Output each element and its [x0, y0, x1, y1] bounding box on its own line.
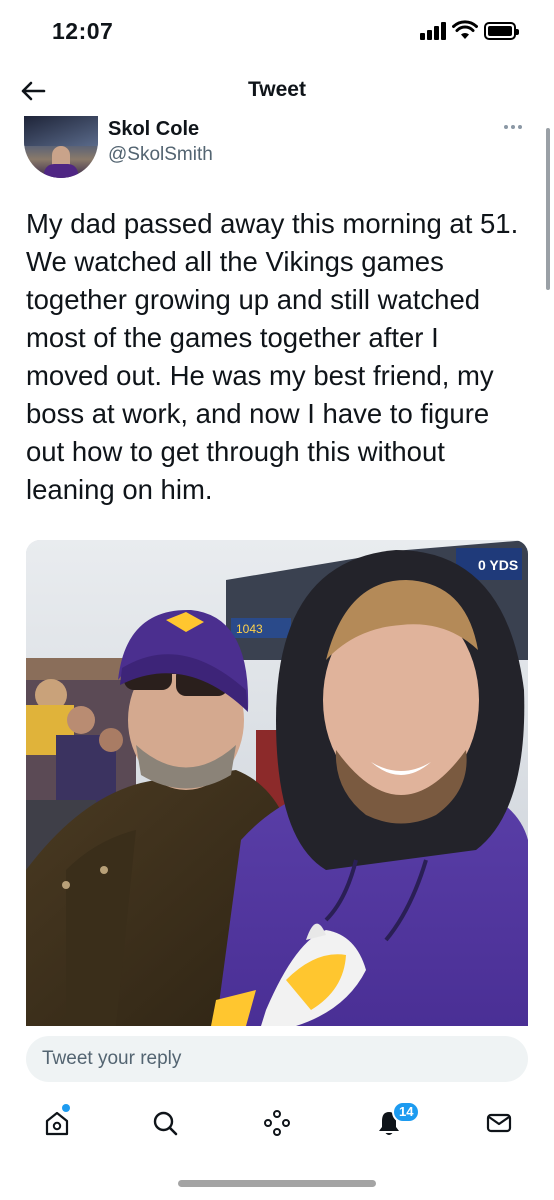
- page-title: Tweet: [248, 78, 306, 101]
- more-horizontal-icon: [504, 125, 508, 129]
- author-handle[interactable]: @SkolSmith: [108, 144, 213, 166]
- reply-placeholder: Tweet your reply: [42, 1048, 182, 1069]
- more-options-button[interactable]: [504, 122, 528, 132]
- reply-input[interactable]: Tweet your reply: [26, 1036, 528, 1082]
- notification-count-badge: 14: [392, 1101, 421, 1123]
- home-icon: [45, 1111, 69, 1136]
- avatar[interactable]: [24, 116, 98, 178]
- tweet-photo[interactable]: 0 YDS 1043: [26, 540, 528, 1026]
- search-icon: [153, 1111, 178, 1136]
- tweet-author: Skol Cole @SkolSmith: [0, 116, 554, 184]
- wifi-icon: [452, 20, 478, 39]
- tab-messages[interactable]: [482, 1106, 516, 1140]
- nav-header: Tweet: [0, 64, 554, 116]
- battery-icon: [484, 22, 519, 40]
- stand-number: 1043: [236, 622, 263, 636]
- status-time: 12:07: [52, 18, 114, 44]
- tweet-text: My dad passed away this morning at 51. W…: [26, 208, 519, 505]
- signal-icon: [420, 22, 448, 40]
- home-indicator: [178, 1180, 376, 1187]
- status-bar: 12:07: [0, 0, 554, 62]
- scoreboard-text: 0 YDS: [478, 557, 518, 573]
- mail-icon: [486, 1113, 512, 1133]
- home-new-indicator: [62, 1104, 70, 1112]
- tab-spaces[interactable]: [260, 1106, 294, 1140]
- spaces-icon: [264, 1110, 290, 1136]
- author-display-name[interactable]: Skol Cole: [108, 118, 199, 141]
- tab-bar: [0, 1100, 554, 1150]
- photo-illustration: 0 YDS 1043: [26, 540, 528, 1026]
- scrollbar[interactable]: [546, 128, 550, 290]
- tab-search[interactable]: [148, 1106, 182, 1140]
- tab-home[interactable]: [40, 1106, 74, 1140]
